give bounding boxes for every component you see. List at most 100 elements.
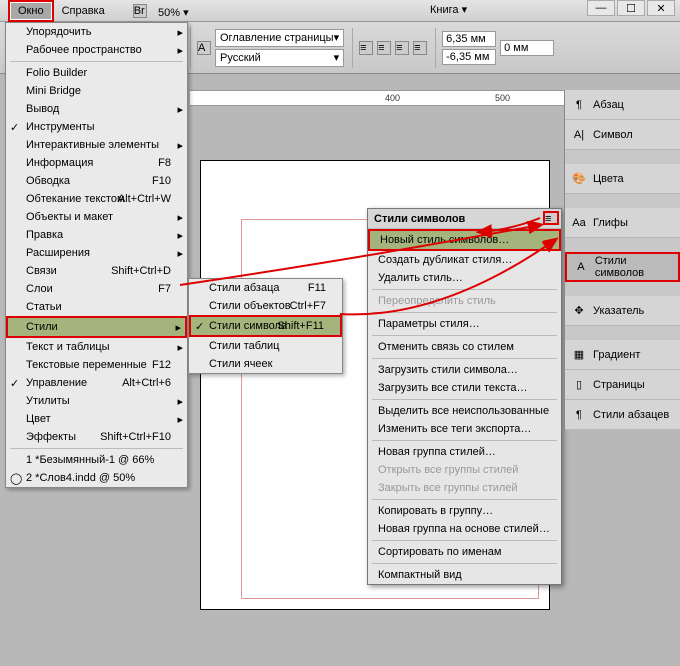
window-menu-item[interactable]: Рабочее пространство▸ [6, 41, 187, 59]
window-menu-label: Слои [26, 283, 53, 295]
dock-panel-стили-символов[interactable]: AСтили символов [565, 252, 680, 282]
dock-label: Глифы [593, 217, 628, 229]
dock-panel-страницы[interactable]: ▯Страницы [565, 370, 680, 400]
dock-panel-стили-абзацев[interactable]: ¶Стили абзацев [565, 400, 680, 430]
charstyles-menu-label: Новая группа стилей… [378, 446, 496, 458]
window-menu-item[interactable]: Упорядочить▸ [6, 23, 187, 41]
dock-icon: ¶ [571, 97, 587, 113]
charstyles-menu-label: Создать дубликат стиля… [378, 254, 512, 266]
charstyles-menu-item[interactable]: Удалить стиль… [368, 269, 561, 287]
minimize-button[interactable]: — [587, 0, 615, 16]
dock-panel-цвета[interactable]: 🎨Цвета [565, 164, 680, 194]
dock-panel-указатель[interactable]: ✥Указатель [565, 296, 680, 326]
window-menu-item[interactable]: Стили▸ [6, 316, 187, 338]
styles-submenu-item[interactable]: ✓Стили символаShift+F11 [189, 315, 342, 337]
styles-submenu-item[interactable]: Стили абзацаF11 [189, 279, 342, 297]
submenu-arrow-icon: ▸ [177, 341, 183, 354]
styles-submenu-label: Стили объектов [209, 300, 291, 312]
window-menu-item[interactable]: ✓Инструменты [6, 118, 187, 136]
indent-right-field[interactable]: 0 мм [500, 40, 554, 56]
indent-bottom-field[interactable]: -6,35 мм [442, 49, 496, 65]
check-icon: ✓ [10, 121, 19, 134]
window-menu-label: Обтекание текстом [26, 193, 125, 205]
charstyles-menu-item[interactable]: Отменить связь со стилем [368, 338, 561, 356]
window-menu-item[interactable]: Объекты и макет▸ [6, 208, 187, 226]
panel-header[interactable]: Стили символов ≡ [368, 209, 561, 229]
align-left-icon[interactable]: ≡ [359, 41, 373, 55]
panel-flyout-button[interactable]: ≡ [543, 211, 559, 225]
dock-panel-градиент[interactable]: ▦Градиент [565, 340, 680, 370]
styles-submenu-item[interactable]: Стили объектовCtrl+F7 [189, 297, 342, 315]
window-menu-item[interactable]: Folio Builder [6, 64, 187, 82]
styles-submenu-item[interactable]: Стили ячеек [189, 355, 342, 373]
align-right-icon[interactable]: ≡ [395, 41, 409, 55]
charstyles-menu-label: Сортировать по именам [378, 546, 502, 558]
window-menu-item[interactable]: Расширения▸ [6, 244, 187, 262]
window-menu-label: 2 *Слов4.indd @ 50% [26, 472, 135, 484]
window-menu-item[interactable]: Интерактивные элементы▸ [6, 136, 187, 154]
charstyles-menu-item: Переопределить стиль [368, 292, 561, 310]
window-menu-item[interactable]: Обтекание текстомAlt+Ctrl+W [6, 190, 187, 208]
charstyles-menu-item[interactable]: Новая группа на основе стилей… [368, 520, 561, 538]
charstyles-menu-item[interactable]: Создать дубликат стиля… [368, 251, 561, 269]
dock-panel-абзац[interactable]: ¶Абзац [565, 90, 680, 120]
window-menu-label: Объекты и макет [26, 211, 113, 223]
window-menu-item[interactable]: ОбводкаF10 [6, 172, 187, 190]
window-menu-item[interactable]: ✓УправлениеAlt+Ctrl+6 [6, 374, 187, 392]
styles-submenu-item[interactable]: Стили таблиц [189, 337, 342, 355]
charstyles-menu-item[interactable]: Сортировать по именам [368, 543, 561, 561]
window-menu-item[interactable]: Mini Bridge [6, 82, 187, 100]
window-menu-item[interactable]: 1 *Безымянный-1 @ 66% [6, 451, 187, 469]
dock-panel-глифы[interactable]: Aa Глифы [565, 208, 680, 238]
charstyles-menu-separator [372, 289, 557, 290]
bridge-icon[interactable]: Br [133, 4, 147, 18]
close-button[interactable]: ✕ [647, 0, 675, 16]
charstyles-menu-item[interactable]: Копировать в группу… [368, 502, 561, 520]
window-menu-dropdown: Упорядочить▸Рабочее пространство▸Folio B… [5, 22, 188, 488]
menu-help[interactable]: Справка [54, 2, 113, 20]
charstyles-menu-item[interactable]: Новая группа стилей… [368, 443, 561, 461]
window-menu-item[interactable]: СлоиF7 [6, 280, 187, 298]
window-menu-label: Вывод [26, 103, 59, 115]
dock-icon: A| [571, 127, 587, 143]
window-menu-item[interactable]: ИнформацияF8 [6, 154, 187, 172]
charstyles-menu-item[interactable]: Загрузить все стили текста… [368, 379, 561, 397]
window-menu-label: Рабочее пространство [26, 44, 142, 56]
window-menu-item[interactable]: ЭффектыShift+Ctrl+F10 [6, 428, 187, 446]
align-center-icon[interactable]: ≡ [377, 41, 391, 55]
styles-submenu-label: Стили ячеек [209, 358, 272, 370]
charstyles-menu-item[interactable]: Компактный вид [368, 566, 561, 584]
dock-panel-символ[interactable]: A|Символ [565, 120, 680, 150]
check-icon: ✓ [10, 377, 19, 390]
char-format-icon[interactable]: A [197, 41, 211, 55]
charstyles-menu-item[interactable]: Загрузить стили символа… [368, 361, 561, 379]
window-menu-item[interactable]: Текстовые переменныеF12 [6, 356, 187, 374]
menu-window[interactable]: Окно [8, 0, 54, 22]
window-menu-item[interactable]: Статьи [6, 298, 187, 316]
window-menu-item[interactable]: Цвет▸ [6, 410, 187, 428]
align-justify-icon[interactable]: ≡ [413, 41, 427, 55]
page-contents-dropdown[interactable]: Оглавление страницы ▾ [215, 29, 344, 47]
workspace-dropdown[interactable]: Книга ▾ [430, 3, 467, 16]
window-menu-item[interactable]: Утилиты▸ [6, 392, 187, 410]
charstyles-menu-item[interactable]: Новый стиль символов… [368, 229, 561, 251]
window-menu-item[interactable]: Правка▸ [6, 226, 187, 244]
zoom-dropdown[interactable]: 50% ▾ [150, 3, 197, 22]
shortcut-label: F12 [152, 359, 171, 371]
window-menu-item[interactable]: Вывод▸ [6, 100, 187, 118]
submenu-arrow-icon: ▸ [177, 26, 183, 39]
charstyles-menu-item[interactable]: Выделить все неиспользованные [368, 402, 561, 420]
window-menu-item[interactable]: Текст и таблицы▸ [6, 338, 187, 356]
indent-top-field[interactable]: 6,35 мм [442, 31, 496, 47]
window-menu-item[interactable]: ◯2 *Слов4.indd @ 50% [6, 469, 187, 487]
charstyles-menu-separator [372, 335, 557, 336]
charstyles-menu-item[interactable]: Изменить все теги экспорта… [368, 420, 561, 438]
dock-gap [565, 194, 680, 208]
maximize-button[interactable]: ☐ [617, 0, 645, 16]
language-dropdown[interactable]: Русский ▾ [215, 49, 344, 67]
submenu-arrow-icon: ▸ [177, 395, 183, 408]
charstyles-menu-item[interactable]: Параметры стиля… [368, 315, 561, 333]
window-menu-item[interactable]: СвязиShift+Ctrl+D [6, 262, 187, 280]
submenu-arrow-icon: ▸ [175, 321, 181, 334]
dock-icon: Aa [571, 215, 587, 231]
